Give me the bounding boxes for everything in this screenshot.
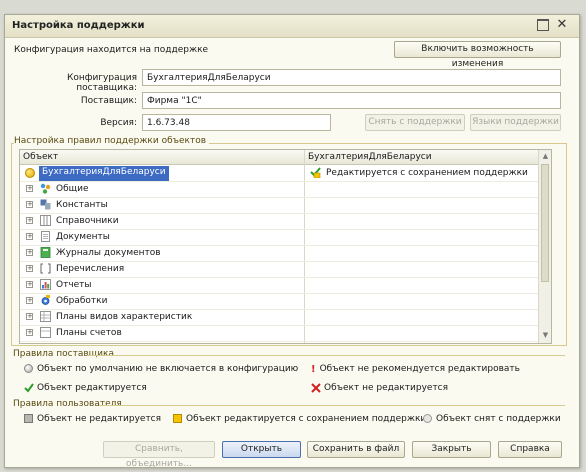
enumerations-icon [40,263,51,274]
characteristic-types-icon [40,311,51,322]
legend-text: Объект не редактируется [37,414,162,424]
maximize-icon[interactable] [537,19,549,31]
data-processors-icon [40,295,51,306]
tree-row[interactable]: + Перечисления [20,261,538,278]
expand-icon[interactable]: + [26,281,33,288]
tree-item-label: Документы [56,232,110,242]
close-button[interactable]: Закрыть [412,441,491,458]
lock-icon [24,414,33,423]
tree-row[interactable]: + Обработки [20,293,538,310]
user-rules-title: Правила пользователя [13,399,125,409]
scroll-down-icon[interactable]: ▼ [541,331,550,340]
rules-group-title: Настройка правил поддержки объектов [14,136,210,146]
tree-row[interactable]: + Журналы документов [20,245,538,262]
legend-text: Объект редактируется с сохранением подде… [186,414,427,424]
removed-support-icon [423,414,432,423]
tree-item-label: Перечисления [56,264,125,274]
compare-merge-button[interactable]: Сравнить, объединить... [103,441,215,469]
vendor-field[interactable]: Фирма "1С" [142,92,561,109]
legend-text: Объект не редактируется [324,383,449,393]
support-settings-window: Настройка поддержки ✕ Конфигурация наход… [4,14,580,469]
reports-icon [40,279,51,290]
tree-row[interactable]: + Справочники [20,213,538,230]
tree-item-label: Планы видов характеристик [56,312,193,322]
scroll-thumb[interactable] [541,164,549,282]
legend-editable: Объект редактируется [24,383,147,393]
editable-icon [24,383,34,393]
expand-icon[interactable]: + [26,313,33,320]
window-title: Настройка поддержки [12,20,145,31]
root-object-label: БухгалтерияДляБеларуси [39,166,169,181]
expand-icon[interactable]: + [26,233,33,240]
legend-user-not-editable: Объект не редактируется [24,414,161,424]
version-field[interactable]: 1.6.73.48 [142,114,331,131]
close-icon[interactable]: ✕ [556,18,568,31]
legend-text: Объект снят с поддержки [436,414,561,424]
editable-with-support-icon [310,167,321,179]
tree-item-label: Журналы документов [56,248,161,258]
expand-icon[interactable]: + [26,265,33,272]
scroll-up-icon[interactable]: ▲ [541,152,550,161]
version-label: Версия: [100,118,137,128]
title-bar[interactable]: Настройка поддержки ✕ [5,15,579,38]
configuration-icon [25,168,35,178]
support-languages-button[interactable]: Языки поддержки [470,114,561,131]
enable-changes-button[interactable]: Включить возможность изменения [394,41,561,69]
documents-icon [40,231,51,242]
tree-row[interactable]: + Планы видов характеристик [20,309,538,326]
vendor-rules-divider [87,355,565,356]
charts-of-accounts-icon [40,327,51,338]
tree-item-label: Планы счетов [56,328,122,338]
tree-item-label: Константы [56,200,108,210]
column-object-header[interactable]: Объект [23,152,58,162]
tree-header: Объект БухгалтерияДляБеларуси [20,150,538,165]
open-button[interactable]: Открыть [222,441,301,458]
legend-text: Объект не рекомендуется редактировать [319,364,520,374]
tree-row[interactable]: + Отчеты [20,277,538,294]
tree-item-label: Обработки [56,296,108,306]
tree-vertical-scrollbar[interactable]: ▲ ▼ [538,150,551,343]
legend-removed-support: Объект снят с поддержки [423,414,561,424]
vendor-rules-title: Правила поставщика [13,349,117,359]
objects-tree[interactable]: Объект БухгалтерияДляБеларуси Бухгалтери… [19,149,552,344]
expand-icon[interactable]: + [26,217,33,224]
expand-icon[interactable]: + [26,297,33,304]
vendor-config-label: Конфигурация поставщика: [67,73,137,93]
tree-row[interactable]: + Общие [20,181,538,198]
tree-item-label: Общие [56,184,89,194]
column-config-header[interactable]: БухгалтерияДляБеларуси [308,152,432,162]
tree-item-label: Отчеты [56,280,92,290]
not-included-icon [24,364,33,373]
remove-support-button[interactable]: Снять с поддержки [365,114,465,131]
legend-not-recommended: ! Объект не рекомендуется редактировать [311,364,520,375]
vendor-label: Поставщик: [80,96,137,106]
root-support-rule: Редактируется с сохранением поддержки [326,168,528,178]
document-journals-icon [40,247,51,258]
common-objects-icon [40,183,51,194]
expand-icon[interactable]: + [26,329,33,336]
tree-item-label: Справочники [56,216,119,226]
catalogs-icon [40,215,51,226]
support-lock-icon [173,414,182,423]
constants-icon [40,199,51,210]
support-status-text: Конфигурация находится на поддержке [14,45,209,55]
tree-row-root[interactable]: БухгалтерияДляБеларуси Редактируется с с… [20,165,538,182]
expand-icon[interactable]: + [26,249,33,256]
exclamation-icon: ! [311,364,316,375]
expand-icon[interactable]: + [26,185,33,192]
legend-not-included: Объект по умолчанию не включается в конф… [24,364,298,374]
legend-user-editable-support: Объект редактируется с сохранением подде… [173,414,426,424]
vendor-config-field[interactable]: БухгалтерияДляБеларуси [142,69,561,86]
expand-icon[interactable]: + [26,201,33,208]
legend-text: Объект редактируется [37,383,147,393]
tree-row[interactable]: + Документы [20,229,538,246]
legend-not-editable: Объект не редактируется [311,383,448,393]
user-rules-divider [99,405,565,406]
cross-icon [311,383,321,393]
help-button[interactable]: Справка [498,441,562,458]
save-to-file-button[interactable]: Сохранить в файл [307,441,405,458]
tree-row[interactable]: + Константы [20,197,538,214]
legend-text: Объект по умолчанию не включается в конф… [37,364,299,374]
tree-row[interactable]: + Планы счетов [20,325,538,342]
